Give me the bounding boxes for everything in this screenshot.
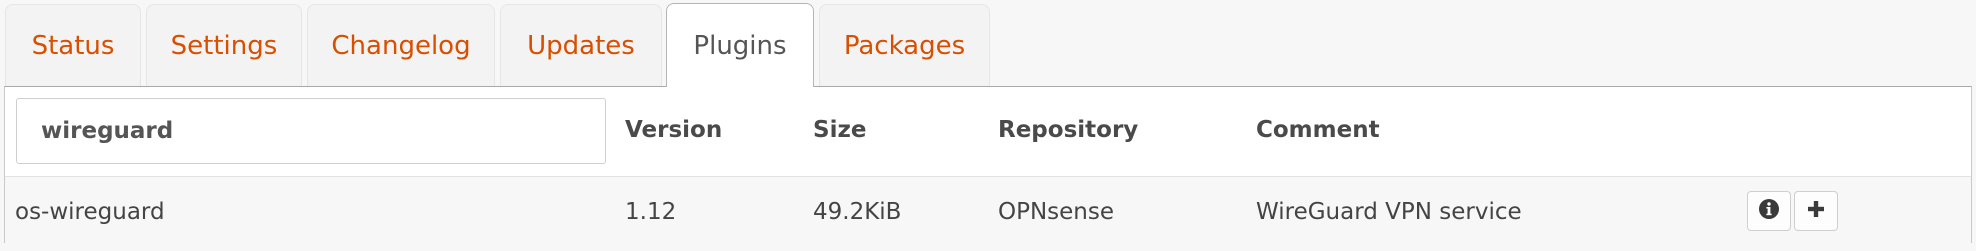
tab-updates[interactable]: Updates [500,4,662,87]
tab-status[interactable]: Status [5,4,141,87]
tab-settings[interactable]: Settings [146,4,302,87]
tab-changelog[interactable]: Changelog [307,4,495,87]
table-row: os-wireguard 1.12 49.2KiB OPNsense WireG… [5,177,1971,243]
plugins-panel: Version Size Repository Comment os-wireg… [4,86,1972,243]
plugin-install-button[interactable] [1794,191,1838,231]
column-header-repository[interactable]: Repository [998,117,1138,143]
tab-bar: Status Settings Changelog Updates Plugin… [0,0,1976,87]
search-input[interactable] [16,98,606,164]
plus-icon [1805,198,1827,224]
info-circle-icon [1758,198,1780,224]
tab-packages[interactable]: Packages [819,4,990,87]
tab-plugins[interactable]: Plugins [666,3,814,87]
table-header-row: Version Size Repository Comment [5,87,1971,177]
plugin-repository: OPNsense [998,199,1115,225]
plugin-version: 1.12 [625,199,677,225]
column-header-size[interactable]: Size [813,117,866,143]
plugin-comment: WireGuard VPN service [1256,199,1522,225]
column-header-comment[interactable]: Comment [1256,117,1380,143]
plugin-info-button[interactable] [1747,191,1791,231]
plugin-size: 49.2KiB [813,199,902,225]
column-header-version[interactable]: Version [625,117,722,143]
plugin-name: os-wireguard [15,199,165,225]
